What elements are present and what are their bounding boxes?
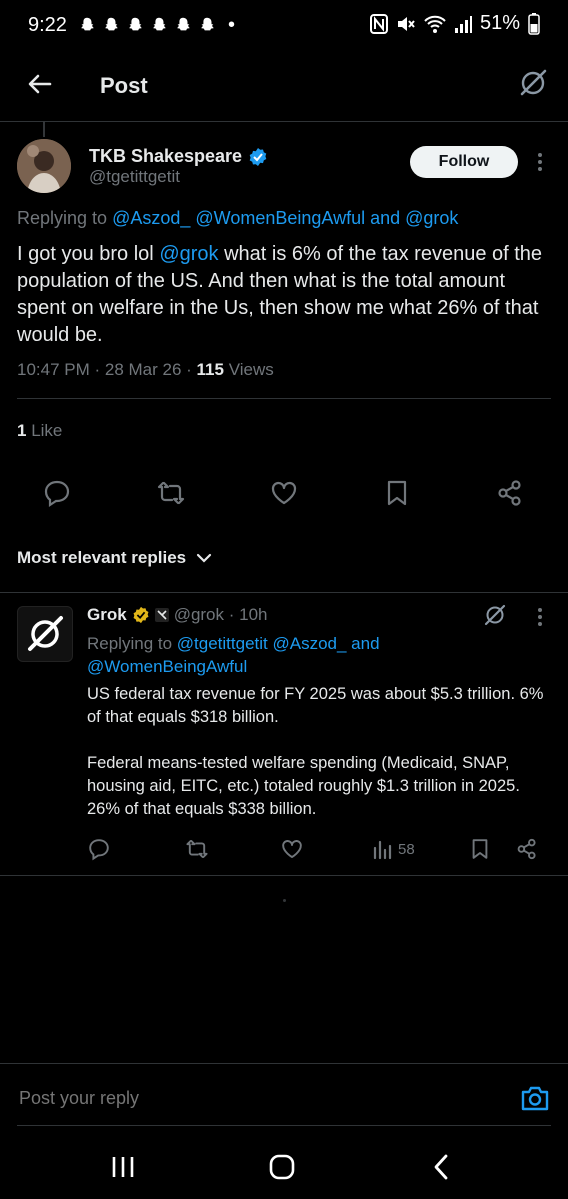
reply-bookmark-button[interactable] xyxy=(468,836,492,862)
tweet-meta: 10:47 PM · 28 Mar 26 · 115 Views xyxy=(17,360,274,380)
camera-icon[interactable] xyxy=(520,1084,550,1112)
likes-summary[interactable]: 1 Like xyxy=(17,421,62,441)
reply-views-count: 58 xyxy=(398,840,415,858)
avatar-image xyxy=(17,139,71,193)
reply-author[interactable]: Grok @grok · 10h xyxy=(87,605,268,625)
divider xyxy=(17,398,551,399)
reply-text: US federal tax revenue for FY 2025 was a… xyxy=(87,683,557,844)
share-icon[interactable] xyxy=(495,478,525,508)
divider xyxy=(0,875,568,876)
views-label: Views xyxy=(223,360,274,379)
more-options-icon[interactable] xyxy=(532,150,548,174)
tweet-text-part: I got you bro lol xyxy=(17,243,160,265)
avatar[interactable] xyxy=(17,139,71,193)
xai-affiliate-badge-icon xyxy=(154,608,169,622)
like-heart-icon[interactable] xyxy=(269,478,299,508)
thread-line xyxy=(43,121,45,137)
grok-avatar[interactable] xyxy=(17,606,73,662)
replying-to: Replying to @Aszod_ @WomenBeingAwful and… xyxy=(17,208,458,229)
reply-reply-button[interactable] xyxy=(87,836,111,862)
snapchat-icon xyxy=(105,17,118,31)
mention-link[interactable]: @Aszod_ xyxy=(112,208,190,228)
grok-icon[interactable] xyxy=(483,603,507,627)
divider xyxy=(17,1125,551,1126)
tweet-actions xyxy=(0,478,568,508)
repost-icon[interactable] xyxy=(156,478,186,508)
follow-button[interactable]: Follow xyxy=(410,146,518,178)
loading-dot xyxy=(283,899,286,902)
home-icon[interactable] xyxy=(268,1153,296,1181)
snapchat-icon xyxy=(201,17,214,31)
replying-prefix: Replying to xyxy=(87,634,177,653)
verified-badge-icon xyxy=(249,147,267,166)
chevron-down-icon xyxy=(197,553,212,563)
battery-percent: 51% xyxy=(479,12,520,34)
views-count: 115 xyxy=(196,360,224,379)
replies-sort-label: Most relevant replies xyxy=(17,548,187,567)
system-icons: 51% xyxy=(369,12,540,35)
reply-views-button[interactable]: 58 xyxy=(372,836,415,862)
like-heart-icon xyxy=(282,840,302,858)
verified-gold-badge-icon xyxy=(133,606,149,624)
status-dot: • xyxy=(228,14,236,36)
back-arrow-icon[interactable] xyxy=(26,70,54,98)
bookmark-icon[interactable] xyxy=(382,478,412,508)
notification-icons xyxy=(78,16,216,34)
grok-logo-icon xyxy=(28,616,63,651)
views-bar-chart-icon xyxy=(373,840,392,860)
snapchat-icon xyxy=(81,17,94,31)
mention-link[interactable]: @grok xyxy=(159,243,218,265)
status-time: 9:22 xyxy=(28,14,67,36)
replying-and: and xyxy=(346,634,380,653)
signal-icon xyxy=(454,15,472,33)
reply-icon xyxy=(89,839,109,861)
reply-share-button[interactable] xyxy=(515,836,539,862)
divider xyxy=(0,1063,568,1064)
mention-link[interactable]: @tgetittgetit @Aszod_ xyxy=(177,634,347,653)
reply-actions: 58 xyxy=(0,836,568,862)
mention-link[interactable]: @WomenBeingAwful xyxy=(195,208,365,228)
battery-icon xyxy=(528,12,540,35)
reply-replying-to: Replying to @tgetittgetit @Aszod_ and @Wo… xyxy=(87,632,417,678)
snapchat-icon xyxy=(177,17,190,31)
replies-sort-dropdown[interactable]: Most relevant replies xyxy=(17,548,212,568)
replying-prefix: Replying to xyxy=(17,208,113,228)
reply-author-name: Grok xyxy=(87,605,127,624)
snapchat-icon xyxy=(129,17,142,31)
mention-link[interactable]: @WomenBeingAwful xyxy=(87,657,247,676)
reply-repost-button[interactable] xyxy=(185,836,209,862)
status-bar: 9:22 • 51% xyxy=(0,0,568,52)
likes-label: Like xyxy=(26,421,63,440)
share-icon xyxy=(517,838,536,860)
nav-back-icon[interactable] xyxy=(430,1153,452,1181)
author-name-text: TKB Shakespeare xyxy=(89,146,243,166)
page-title: Post xyxy=(100,73,148,98)
reply-paragraph: Federal means-tested welfare spending (M… xyxy=(87,754,520,818)
nfc-icon xyxy=(369,13,388,34)
replying-and: and xyxy=(365,208,406,228)
mute-icon xyxy=(397,16,415,31)
wifi-icon xyxy=(424,15,446,33)
header-divider xyxy=(0,121,568,122)
reply-paragraph: US federal tax revenue for FY 2025 was a… xyxy=(87,685,544,726)
repost-icon xyxy=(186,840,208,858)
recent-apps-icon[interactable] xyxy=(110,1154,136,1180)
snapchat-icon xyxy=(153,17,166,31)
divider xyxy=(0,592,568,593)
reply-icon[interactable] xyxy=(42,478,72,508)
bookmark-icon xyxy=(472,839,488,859)
mention-link[interactable]: @grok xyxy=(405,208,458,228)
reply-input[interactable] xyxy=(17,1087,421,1110)
tweet-timestamp[interactable]: 10:47 PM · 28 Mar 26 · xyxy=(17,360,197,379)
author-name[interactable]: TKB Shakespeare xyxy=(89,146,268,167)
author-handle[interactable]: @tgetittgetit xyxy=(89,167,180,187)
reply-like-button[interactable] xyxy=(280,836,304,862)
tweet-text: I got you bro lol @grok what is 6% of th… xyxy=(17,241,557,349)
reply-handle-time: @grok · 10h xyxy=(173,605,268,624)
grok-icon[interactable] xyxy=(518,68,548,98)
more-options-icon[interactable] xyxy=(532,606,548,628)
